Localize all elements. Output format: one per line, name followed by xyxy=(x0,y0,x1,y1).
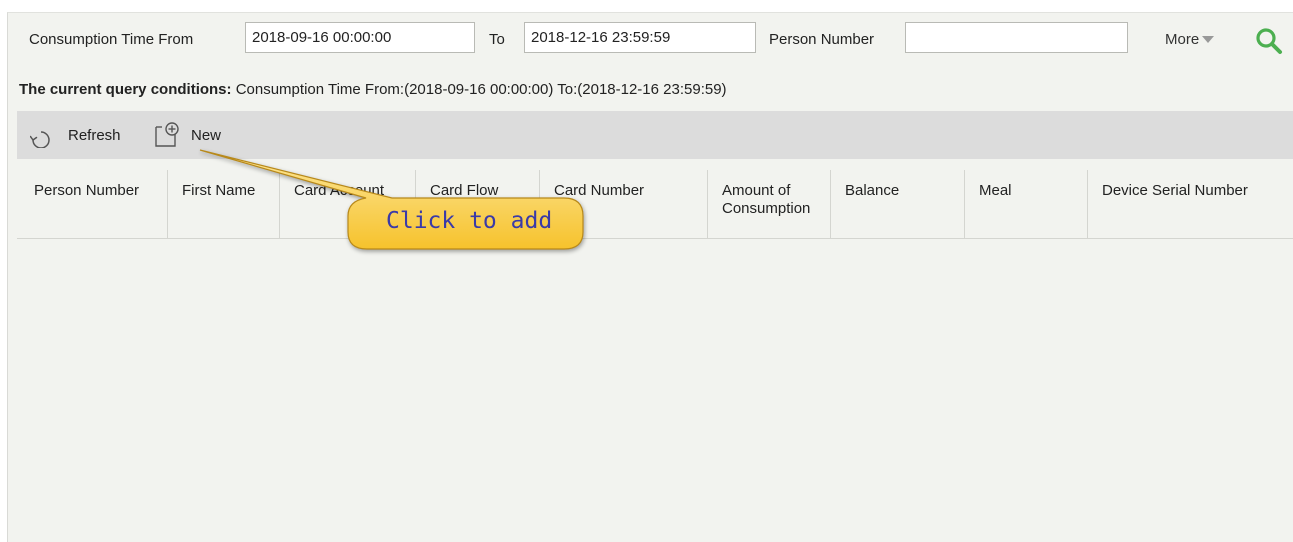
query-conditions-text: Consumption Time From:(2018-09-16 00:00:… xyxy=(231,81,727,98)
refresh-button[interactable]: Refresh xyxy=(30,111,140,159)
toolbar: Refresh New xyxy=(17,111,1293,159)
new-label: New xyxy=(191,127,222,144)
filter-bar: Consumption Time From 2018-09-16 00:00:0… xyxy=(8,13,1293,69)
chevron-down-icon xyxy=(1202,35,1215,43)
add-document-icon xyxy=(155,122,179,147)
more-label: More xyxy=(1165,31,1200,48)
search-icon[interactable] xyxy=(1254,26,1284,56)
column-header[interactable]: First Name xyxy=(167,170,279,238)
new-button[interactable]: New xyxy=(154,111,234,159)
column-header[interactable]: Card Number xyxy=(539,170,707,238)
to-label: To xyxy=(489,31,505,48)
column-header[interactable]: Meal xyxy=(964,170,1087,238)
consumption-table: Person Number First Name Card Account Ca… xyxy=(17,170,1293,239)
time-to-input[interactable]: 2018-12-16 23:59:59 xyxy=(524,22,756,53)
more-dropdown[interactable]: More xyxy=(1165,31,1215,48)
column-header[interactable]: Device Serial Number xyxy=(1087,170,1293,238)
column-header[interactable]: Balance xyxy=(830,170,964,238)
person-number-input[interactable] xyxy=(905,22,1128,53)
column-header[interactable]: Person Number xyxy=(17,170,167,238)
refresh-label: Refresh xyxy=(68,127,121,144)
callout-label: Click to add xyxy=(386,208,553,234)
time-from-input[interactable]: 2018-09-16 00:00:00 xyxy=(245,22,475,53)
time-from-label: Consumption Time From xyxy=(29,31,194,48)
refresh-icon xyxy=(30,131,50,148)
consumption-query-panel: Consumption Time From 2018-09-16 00:00:0… xyxy=(7,12,1293,542)
query-conditions-prefix: The current query conditions: xyxy=(19,81,232,98)
column-header[interactable]: Amount of Consumption xyxy=(707,170,830,238)
person-number-label: Person Number xyxy=(769,31,875,48)
current-query-conditions: The current query conditions: Consumptio… xyxy=(19,81,727,98)
